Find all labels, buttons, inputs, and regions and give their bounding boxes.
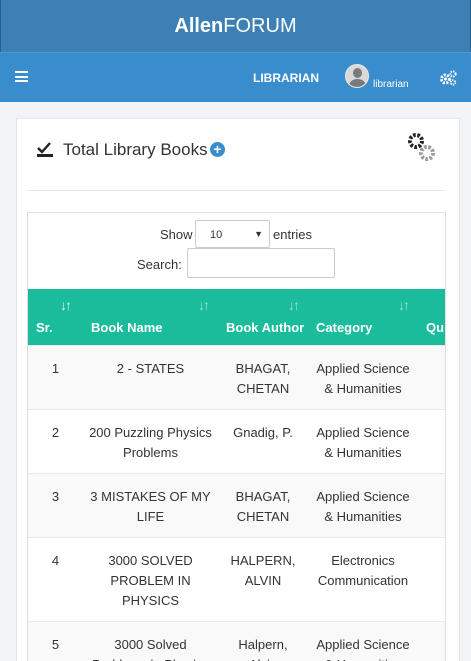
cell-category: Applied Science & Humanities xyxy=(308,472,418,537)
column-header-category[interactable]: ↓↑ Category xyxy=(308,289,418,345)
hamburger-icon[interactable] xyxy=(15,71,28,82)
page-size-control: Show 10 ▼ entries xyxy=(28,219,445,248)
book-check-icon xyxy=(37,142,53,157)
search-label: Search: xyxy=(137,257,182,272)
show-label: Show xyxy=(160,227,193,242)
role-label[interactable]: LIBRARIAN xyxy=(253,71,319,85)
brand-header: AllenFORUM xyxy=(0,0,471,52)
brand-name-light: FORUM xyxy=(223,15,297,37)
sort-icon: ↓↑ xyxy=(60,297,72,313)
cell-sr: 4 xyxy=(28,536,83,621)
page-size-select[interactable]: 10 ▼ xyxy=(195,220,270,248)
cell-book-name: 3000 Solved Problems in Physics xyxy=(83,620,218,661)
column-header-book-author[interactable]: ↓↑ Book Author xyxy=(218,289,308,345)
cell-quantity xyxy=(418,536,445,621)
cogs-icon[interactable] xyxy=(439,70,457,86)
cell-quantity xyxy=(418,408,445,473)
table-row: 2 200 Puzzling Physics Problems Gnadig, … xyxy=(28,408,445,473)
cell-book-name: 3000 SOLVED PROBLEM IN PHYSICS xyxy=(83,536,218,621)
cell-quantity xyxy=(418,344,445,409)
cell-category: Applied Science & Humanities xyxy=(308,408,418,473)
page-size-value: 10 xyxy=(210,229,223,241)
cell-sr: 2 xyxy=(28,408,83,473)
divider xyxy=(27,190,445,191)
entries-label: entries xyxy=(273,227,313,242)
table-row: 1 2 - STATES BHAGAT, CHETAN Applied Scie… xyxy=(28,344,445,409)
cell-book-author: Halpern, Alvin xyxy=(218,620,308,661)
cell-category: Applied Science & Humanities xyxy=(308,620,418,661)
column-header-quantity[interactable]: Qu xyxy=(418,289,445,345)
books-table-container: Show 10 ▼ entries Search: ↓↑ Sr. ↓↑ Book N… xyxy=(27,212,446,661)
gears-icon[interactable] xyxy=(403,129,439,165)
cell-category: Electronics Communication xyxy=(308,536,418,621)
top-navbar: LIBRARIAN librarian xyxy=(0,52,471,102)
sort-icon: ↓↑ xyxy=(398,297,410,313)
chevron-down-icon: ▼ xyxy=(254,229,263,239)
cell-sr: 5 xyxy=(28,620,83,661)
add-book-icon[interactable]: + xyxy=(210,142,225,157)
cell-book-author: BHAGAT, CHETAN xyxy=(218,344,308,409)
cell-book-name: 2 - STATES xyxy=(83,344,218,409)
cell-book-author: Gnadig, P. xyxy=(218,408,308,473)
cell-sr: 1 xyxy=(28,344,83,409)
cell-book-name: 3 MISTAKES OF MY LIFE xyxy=(83,472,218,537)
panel-header: Total Library Books + xyxy=(17,119,459,189)
table-row: 4 3000 SOLVED PROBLEM IN PHYSICS HALPERN… xyxy=(28,536,445,621)
table-row: 5 3000 Solved Problems in Physics Halper… xyxy=(28,620,445,661)
page-title: Total Library Books xyxy=(63,140,208,159)
cell-quantity xyxy=(418,620,445,661)
cell-book-author: BHAGAT, CHETAN xyxy=(218,472,308,537)
books-table: ↓↑ Sr. ↓↑ Book Name ↓↑ Book Author ↓↑ Catego… xyxy=(28,289,445,661)
column-header-sr[interactable]: ↓↑ Sr. xyxy=(28,289,83,345)
brand-name-bold: Allen xyxy=(174,15,224,37)
cell-category: Applied Science & Humanities xyxy=(308,344,418,409)
cell-quantity xyxy=(418,472,445,537)
sort-icon: ↓↑ xyxy=(288,297,300,313)
library-books-panel: Total Library Books + Show 10 ▼ entries … xyxy=(16,118,460,661)
cell-book-name: 200 Puzzling Physics Problems xyxy=(83,408,218,473)
cell-book-author: HALPERN, ALVIN xyxy=(218,536,308,621)
table-row: 3 3 MISTAKES OF MY LIFE BHAGAT, CHETAN A… xyxy=(28,472,445,537)
sort-icon: ↓↑ xyxy=(198,297,210,313)
search-input[interactable] xyxy=(187,248,335,278)
column-header-book-name[interactable]: ↓↑ Book Name xyxy=(83,289,218,345)
username-label[interactable]: librarian xyxy=(373,79,409,90)
avatar[interactable] xyxy=(345,64,369,88)
cell-sr: 3 xyxy=(28,472,83,537)
